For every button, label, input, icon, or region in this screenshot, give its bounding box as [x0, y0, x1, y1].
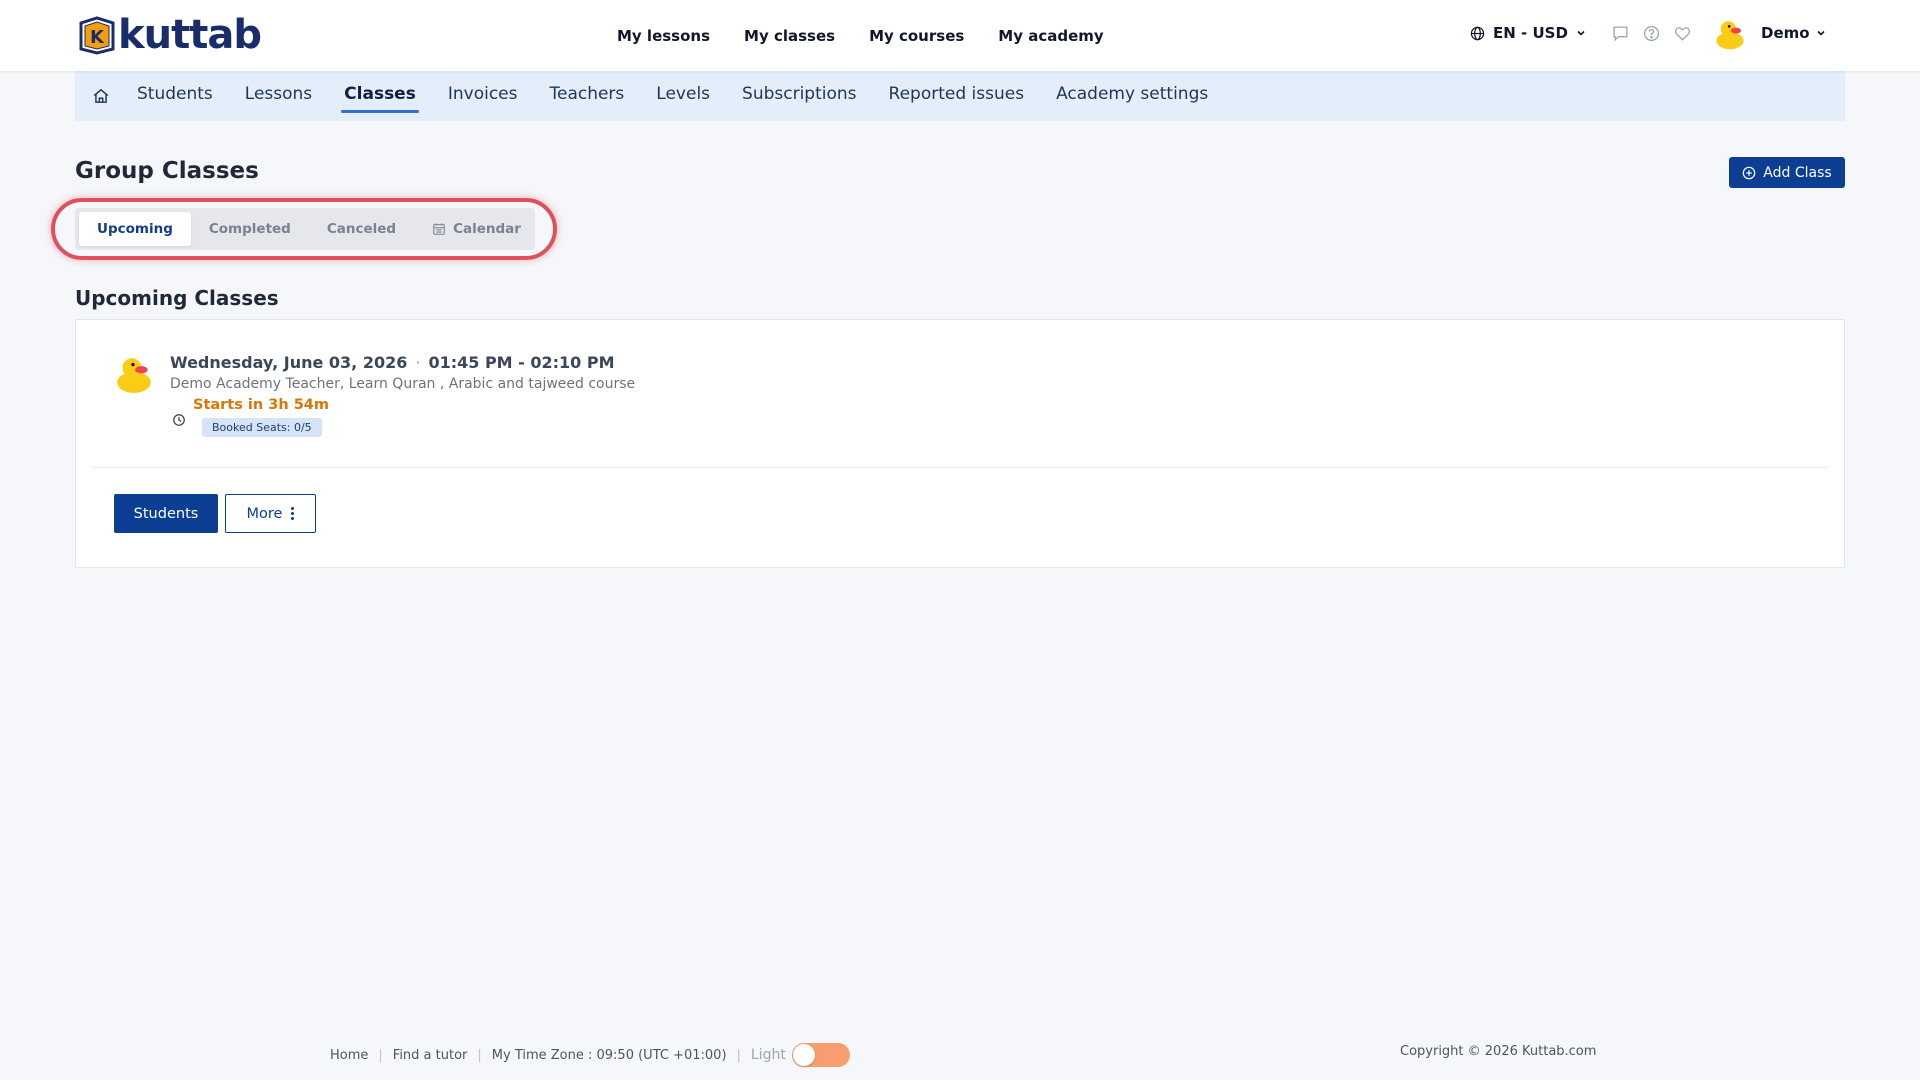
- class-subtitle: Demo Academy Teacher, Learn Quran , Arab…: [170, 376, 636, 392]
- class-date: Wednesday, June 03, 2026: [170, 353, 408, 372]
- plus-circle-icon: [1742, 166, 1756, 179]
- logo-letter: K: [90, 27, 105, 48]
- kuttab-logo[interactable]: K kuttab: [78, 12, 262, 58]
- nav-my-courses[interactable]: My courses: [869, 27, 964, 45]
- chevron-down-icon: [1816, 30, 1825, 36]
- main-nav: My lessons My classes My courses My acad…: [617, 0, 1138, 71]
- clock-icon: [173, 414, 185, 426]
- user-avatar[interactable]: [1713, 17, 1747, 51]
- students-button[interactable]: Students: [114, 494, 218, 533]
- footer: Home | Find a tutor | My Time Zone : 09:…: [330, 1043, 850, 1067]
- home-icon[interactable]: [92, 87, 110, 105]
- class-time: 01:45 PM - 02:10 PM: [428, 353, 615, 372]
- footer-find-tutor-link[interactable]: Find a tutor: [393, 1048, 468, 1063]
- subnav-levels[interactable]: Levels: [656, 71, 710, 121]
- footer-separator: |: [378, 1047, 383, 1063]
- teacher-avatar: [113, 353, 155, 395]
- subnav-reported-issues[interactable]: Reported issues: [889, 71, 1025, 121]
- class-card: Wednesday, June 03, 2026 · 01:45 PM - 02…: [75, 319, 1845, 568]
- logo-mark-icon: K: [78, 15, 116, 55]
- subnav-students[interactable]: Students: [137, 71, 213, 121]
- subnav-academy-settings[interactable]: Academy settings: [1056, 71, 1208, 121]
- user-name: Demo: [1761, 24, 1810, 42]
- user-menu[interactable]: Demo: [1761, 24, 1826, 42]
- subnav-classes[interactable]: Classes: [341, 71, 419, 121]
- class-datetime: Wednesday, June 03, 2026 · 01:45 PM - 02…: [170, 353, 615, 372]
- more-button[interactable]: More: [225, 494, 316, 533]
- footer-timezone: My Time Zone : 09:50 (UTC +01:00): [491, 1047, 727, 1063]
- theme-label: Light: [750, 1047, 786, 1063]
- subnav-subscriptions[interactable]: Subscriptions: [742, 71, 856, 121]
- kebab-icon: [291, 507, 295, 520]
- nav-my-academy[interactable]: My academy: [998, 27, 1103, 45]
- class-status-tabs: Upcoming Completed Canceled Calendar: [75, 208, 535, 250]
- add-class-label: Add Class: [1763, 164, 1832, 181]
- subnav-teachers[interactable]: Teachers: [549, 71, 624, 121]
- language-currency-selector[interactable]: EN - USD: [1470, 24, 1586, 42]
- globe-icon: [1470, 26, 1485, 40]
- chevron-down-icon: [1577, 30, 1585, 36]
- tab-canceled[interactable]: Canceled: [309, 212, 414, 246]
- tab-completed[interactable]: Completed: [191, 212, 309, 246]
- subnav-lessons[interactable]: Lessons: [245, 71, 312, 121]
- add-class-button[interactable]: Add Class: [1729, 157, 1845, 188]
- class-starts-in: Starts in 3h 54m: [193, 397, 330, 413]
- more-label: More: [246, 505, 283, 522]
- chat-icon[interactable]: [1612, 25, 1629, 42]
- header-icons: [1612, 25, 1691, 42]
- calendar-icon: [433, 223, 445, 235]
- page-title: Group Classes: [75, 158, 259, 184]
- nav-my-lessons[interactable]: My lessons: [617, 27, 710, 45]
- language-label: EN - USD: [1493, 24, 1568, 42]
- footer-home-link[interactable]: Home: [330, 1048, 368, 1063]
- datetime-separator: ·: [415, 353, 421, 372]
- academy-subnav: Students Lessons Classes Invoices Teache…: [75, 71, 1845, 121]
- subnav-invoices[interactable]: Invoices: [448, 71, 518, 121]
- footer-separator: |: [477, 1047, 482, 1063]
- section-title: Upcoming Classes: [75, 286, 279, 310]
- help-icon[interactable]: [1643, 25, 1660, 42]
- theme-toggle[interactable]: [791, 1043, 850, 1067]
- tab-calendar-label: Calendar: [453, 221, 521, 237]
- footer-separator: |: [736, 1047, 741, 1063]
- card-divider: [93, 467, 1827, 468]
- logo-text: kuttab: [118, 12, 262, 58]
- heart-icon[interactable]: [1674, 25, 1691, 42]
- tab-upcoming[interactable]: Upcoming: [79, 212, 191, 246]
- booked-seats-badge: Booked Seats: 0/5: [202, 418, 322, 437]
- nav-my-classes[interactable]: My classes: [744, 27, 835, 45]
- top-header: K kuttab My lessons My classes My course…: [0, 0, 1920, 71]
- copyright: Copyright © 2026 Kuttab.com: [1400, 1044, 1597, 1059]
- tab-calendar[interactable]: Calendar: [414, 212, 539, 246]
